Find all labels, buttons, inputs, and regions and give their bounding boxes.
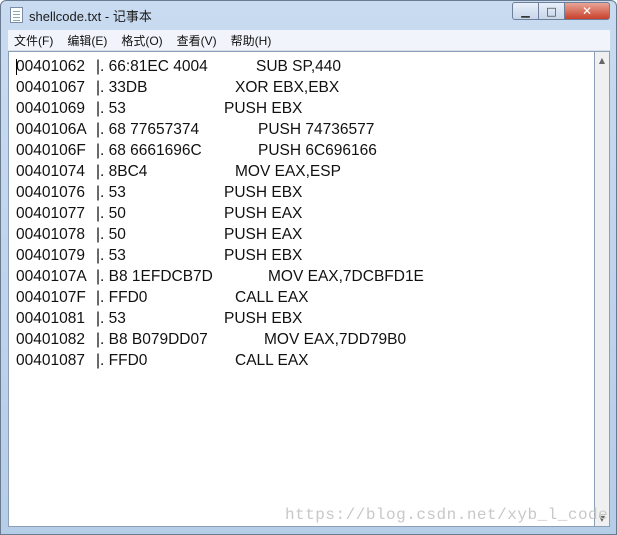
opcode-bytes: |. 53: [96, 184, 126, 201]
address: 00401074: [16, 163, 85, 180]
address: 0040107F: [16, 289, 86, 306]
opcode-bytes: |. 50: [96, 226, 126, 243]
notepad-window: shellcode.txt - 记事本 ▁ □ ✕ 文件(F) 编辑(E) 格式…: [0, 0, 617, 535]
instruction: PUSH EBX: [224, 310, 303, 327]
opcode-bytes: |. 33DB: [96, 79, 148, 96]
opcode-bytes: |. 53: [96, 310, 126, 327]
opcode-bytes: |. 66:81EC 4004: [96, 58, 208, 75]
text-line: 0040107F |. FFD0 CALL EAX: [16, 287, 576, 308]
text-line: 00401062 |. 66:81EC 4004 SUB SP,440: [16, 56, 576, 77]
instruction: MOV EAX,7DCBFD1E: [268, 268, 424, 285]
instruction: CALL EAX: [235, 289, 309, 306]
instruction: PUSH EAX: [224, 205, 303, 222]
address: 00401062: [16, 58, 85, 75]
text-line: 00401069 |. 53 PUSH EBX: [16, 98, 576, 119]
instruction: PUSH EBX: [224, 100, 303, 117]
text-line: 0040107A |. B8 1EFDCB7D MOV EAX,7DCBFD1E: [16, 266, 576, 287]
scroll-up-icon[interactable]: ▲: [595, 52, 609, 68]
text-line: 0040106F |. 68 6661696C PUSH 6C696166: [16, 140, 576, 161]
address: 0040107A: [16, 268, 87, 285]
address: 00401077: [16, 205, 85, 222]
text-line: 00401082 |. B8 B079DD07 MOV EAX,7DD79B0: [16, 329, 576, 350]
title-bar[interactable]: shellcode.txt - 记事本 ▁ □ ✕: [1, 1, 616, 30]
opcode-bytes: |. FFD0: [96, 352, 148, 369]
opcode-bytes: |. 53: [96, 100, 126, 117]
text-line: 00401077 |. 50 PUSH EAX: [16, 203, 576, 224]
address: 00401081: [16, 310, 85, 327]
address: 00401078: [16, 226, 85, 243]
instruction: SUB SP,440: [256, 58, 342, 75]
opcode-bytes: |. B8 1EFDCB7D: [96, 268, 213, 285]
instruction: PUSH EBX: [224, 184, 303, 201]
text-line: 00401067 |. 33DB XOR EBX,EBX: [16, 77, 576, 98]
text-line: 00401074 |. 8BC4 MOV EAX,ESP: [16, 161, 576, 182]
instruction: MOV EAX,7DD79B0: [264, 331, 407, 348]
opcode-bytes: |. B8 B079DD07: [96, 331, 208, 348]
menu-bar: 文件(F) 编辑(E) 格式(O) 查看(V) 帮助(H): [8, 30, 610, 51]
close-button[interactable]: ✕: [564, 2, 610, 20]
opcode-bytes: |. 68 6661696C: [96, 142, 202, 159]
notepad-icon[interactable]: [10, 7, 23, 23]
address: 00401067: [16, 79, 85, 96]
menu-edit[interactable]: 编辑(E): [61, 32, 113, 49]
address: 00401079: [16, 247, 85, 264]
text-line: 00401076 |. 53 PUSH EBX: [16, 182, 576, 203]
window-title: shellcode.txt - 记事本: [29, 9, 152, 24]
text-line: 00401078 |. 50 PUSH EAX: [16, 224, 576, 245]
instruction: PUSH EAX: [224, 226, 303, 243]
menu-file[interactable]: 文件(F): [8, 32, 59, 49]
instruction: PUSH 74736577: [258, 121, 375, 138]
instruction: PUSH EBX: [224, 247, 303, 264]
text-line: 00401081 |. 53 PUSH EBX: [16, 308, 576, 329]
instruction: CALL EAX: [235, 352, 309, 369]
instruction: PUSH 6C696166: [258, 142, 377, 159]
menu-help[interactable]: 帮助(H): [225, 32, 278, 49]
text-editor[interactable]: 00401062 |. 66:81EC 4004 SUB SP,440 0040106…: [8, 51, 595, 527]
menu-format[interactable]: 格式(O): [115, 32, 168, 49]
address: 0040106F: [16, 142, 86, 159]
watermark: https://blog.csdn.net/xyb_l_code: [285, 506, 609, 524]
instruction: XOR EBX,EBX: [235, 79, 340, 96]
address: 00401082: [16, 331, 85, 348]
text-content: 00401062 |. 66:81EC 4004 SUB SP,440 0040106…: [16, 56, 576, 371]
instruction: MOV EAX,ESP: [235, 163, 341, 180]
opcode-bytes: |. 8BC4: [96, 163, 148, 180]
opcode-bytes: |. 68 77657374: [96, 121, 200, 138]
text-line: 00401087 |. FFD0 CALL EAX: [16, 350, 576, 371]
text-line: 0040106A |. 68 77657374 PUSH 74736577: [16, 119, 576, 140]
minimize-button[interactable]: ▁: [512, 2, 539, 20]
opcode-bytes: |. FFD0: [96, 289, 148, 306]
opcode-bytes: |. 53: [96, 247, 126, 264]
address: 0040106A: [16, 121, 87, 138]
address: 00401087: [16, 352, 85, 369]
menu-view[interactable]: 查看(V): [171, 32, 223, 49]
address: 00401076: [16, 184, 85, 201]
address: 00401069: [16, 100, 85, 117]
opcode-bytes: |. 50: [96, 205, 126, 222]
maximize-button[interactable]: □: [538, 2, 565, 20]
text-line: 00401079 |. 53 PUSH EBX: [16, 245, 576, 266]
vertical-scrollbar[interactable]: ▲ ▼: [595, 51, 610, 527]
